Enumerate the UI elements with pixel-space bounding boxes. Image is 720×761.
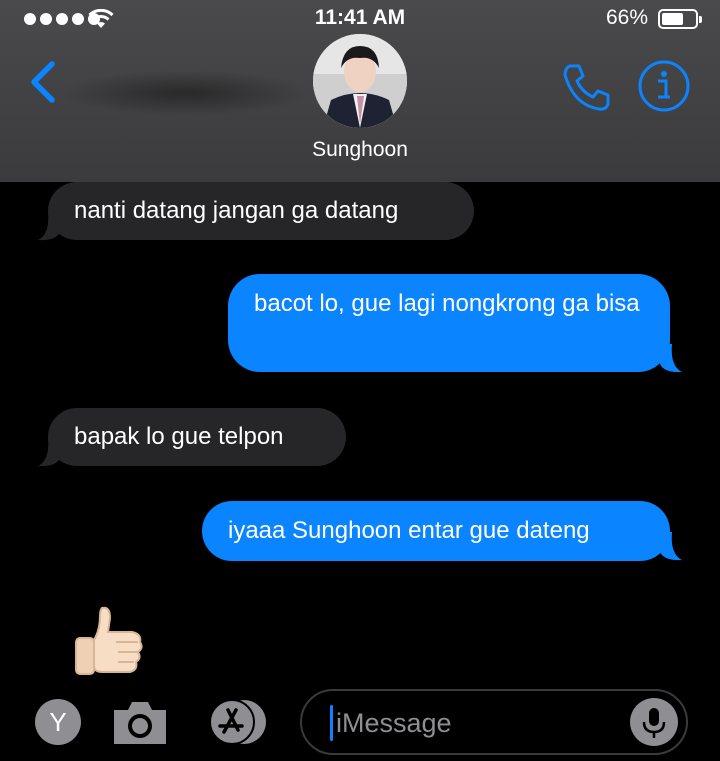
imessage-input[interactable]: iMessage	[300, 689, 688, 755]
header-blur	[60, 70, 310, 116]
sent-message-bubble[interactable]: bacot lo, gue lagi nongkrong ga bisa	[228, 274, 670, 372]
camera-icon[interactable]	[110, 698, 170, 746]
text-cursor	[330, 705, 333, 741]
contact-name[interactable]: Sunghoon	[0, 138, 720, 162]
back-chevron-icon[interactable]	[24, 56, 64, 108]
thumbs-up-emoji-message[interactable]: 👍🏻	[72, 604, 152, 684]
battery-icon	[658, 9, 702, 29]
app-store-icon[interactable]	[202, 698, 272, 746]
conversation-header: 11:41 AM 66% Sunghoon	[0, 0, 720, 182]
sent-message-bubble[interactable]: iyaaa Sunghoon entar gue dateng	[202, 501, 670, 561]
received-message-bubble[interactable]: bapak lo gue telpon	[48, 408, 346, 466]
microphone-button[interactable]	[630, 698, 678, 746]
received-message-bubble[interactable]: nanti datang jangan ga datang	[48, 182, 474, 240]
phone-icon[interactable]	[560, 60, 614, 114]
microphone-icon	[642, 708, 666, 738]
apps-button[interactable]: Y	[35, 699, 81, 745]
contact-avatar[interactable]	[313, 34, 407, 128]
thumbs-up-icon	[75, 606, 143, 675]
message-placeholder: iMessage	[336, 708, 452, 738]
info-icon[interactable]	[636, 58, 692, 114]
battery-percentage: 66%	[605, 6, 648, 29]
